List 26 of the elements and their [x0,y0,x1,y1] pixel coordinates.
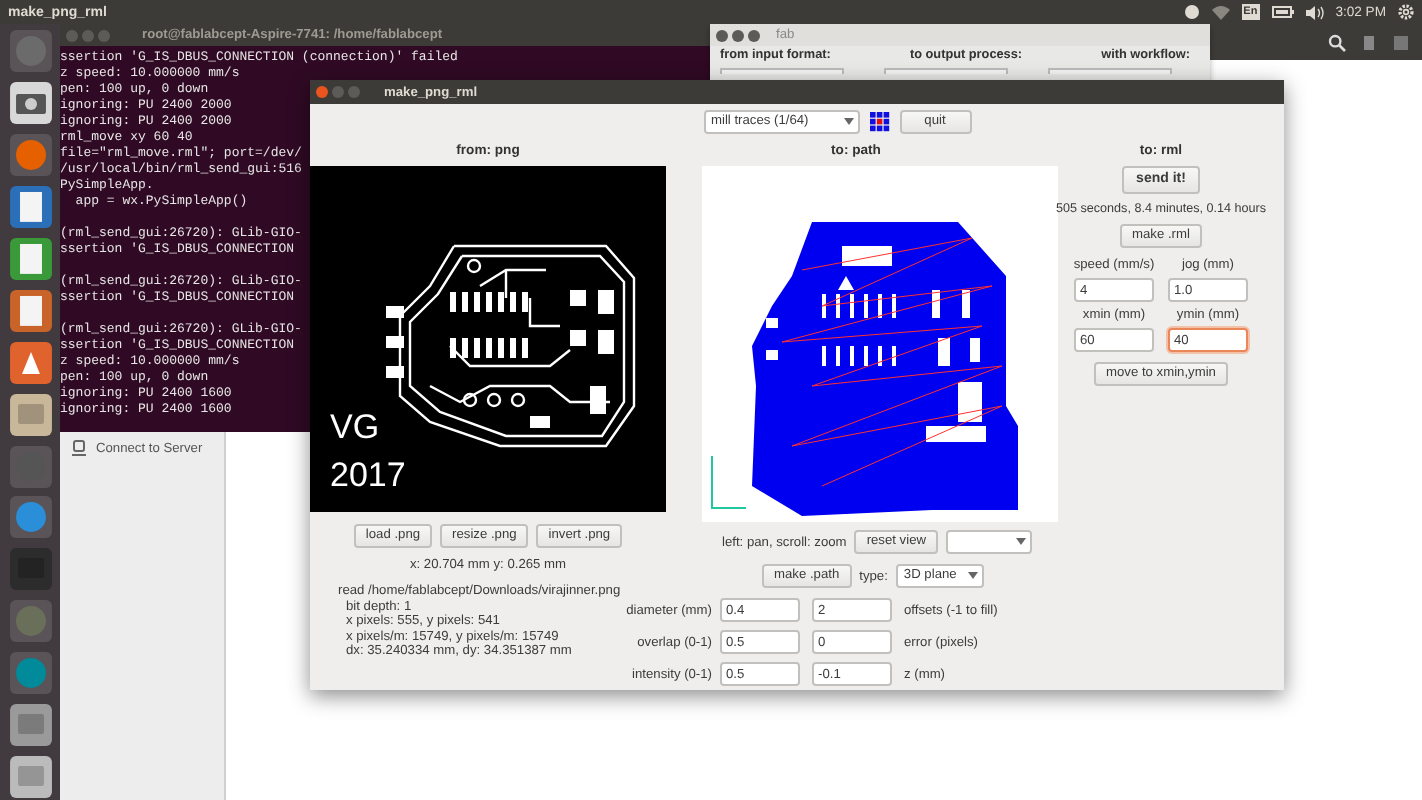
caret-icon [843,117,853,125]
search-icon[interactable] [1328,33,1346,51]
minimize-icon[interactable] [732,29,744,41]
grid-view-icon[interactable] [1392,33,1410,51]
camera-icon[interactable] [7,79,53,126]
close-icon[interactable] [316,86,328,98]
document-icon[interactable] [7,183,53,230]
grid-icon[interactable] [869,111,889,131]
image-caption: 2017 [330,456,406,494]
close-icon[interactable] [716,29,728,41]
server-icon [72,440,86,456]
wifi-icon[interactable] [1211,4,1230,20]
chat-icon[interactable] [7,494,53,541]
view-dropdown[interactable] [946,530,1032,554]
spreadsheet-icon[interactable] [7,235,53,282]
list-view-icon[interactable] [1360,33,1378,51]
presentation-icon[interactable] [7,287,53,334]
store-icon[interactable] [7,339,53,386]
app-icon[interactable] [7,598,53,645]
caret-icon [967,572,978,580]
volume-icon[interactable] [1305,5,1324,19]
maximize-icon[interactable] [748,29,760,41]
settings-icon[interactable] [1398,4,1414,20]
battery-icon[interactable] [1271,6,1294,18]
image-caption: VG [330,408,380,446]
caret-icon [1016,538,1026,546]
